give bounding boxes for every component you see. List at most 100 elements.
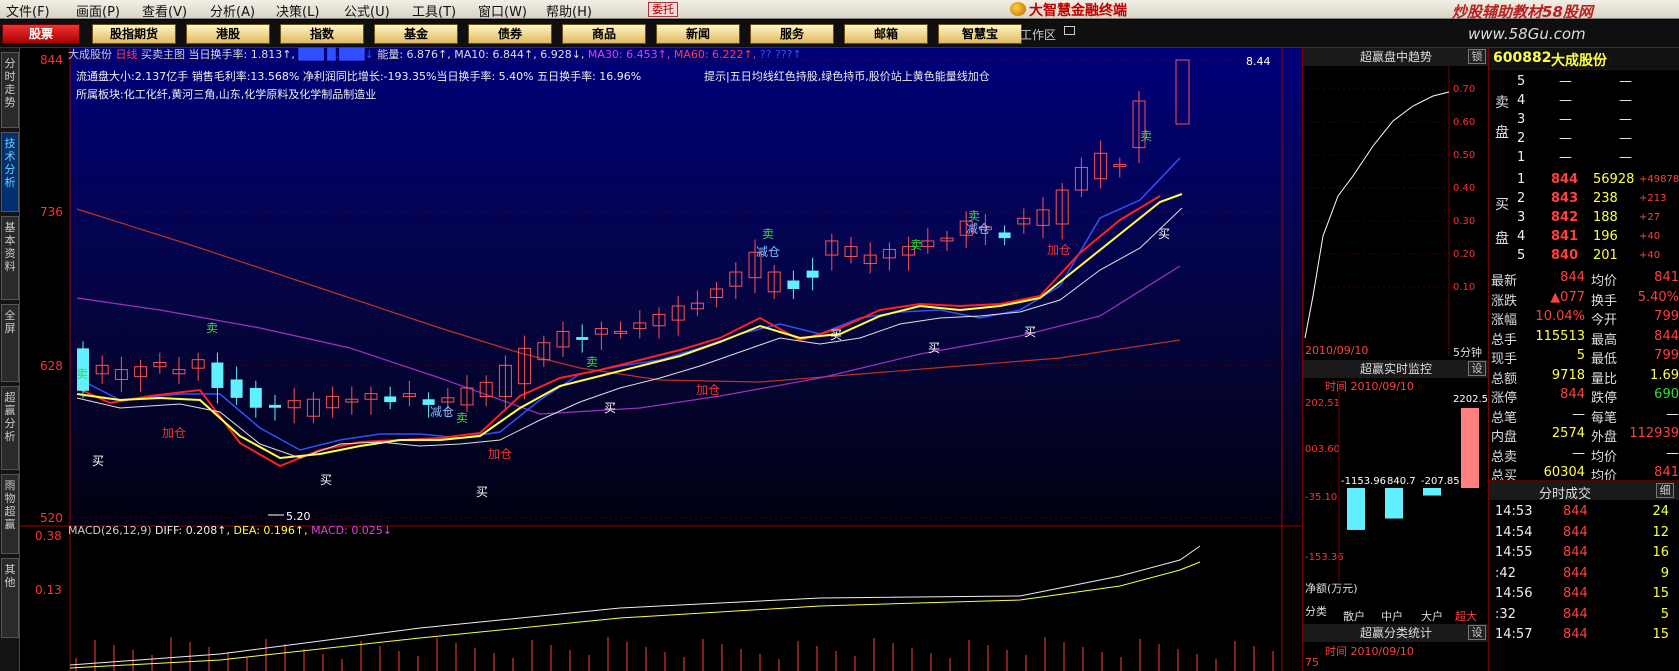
signal-buy: 买	[320, 473, 332, 487]
ask-row[interactable]: 1 — —	[1489, 148, 1679, 168]
tab-funds[interactable]: 基金	[374, 24, 458, 44]
tab-commodities[interactable]: 商品	[562, 24, 646, 44]
monitor-panel-header: 超赢实时监控	[1303, 360, 1489, 378]
side-tab-super-win[interactable]: 雨物超赢	[1, 474, 19, 554]
bid-change: +40	[1639, 250, 1661, 261]
main-chart-mode[interactable]: 买卖主图	[141, 48, 185, 61]
signal-sell: 卖	[1140, 129, 1152, 143]
stat-label: 现手	[1491, 352, 1518, 367]
monitor-settings-button[interactable]: 设	[1468, 361, 1486, 376]
tick-time: 14:54	[1495, 524, 1533, 540]
side-tab-intraday[interactable]: 分时走势	[1, 52, 19, 128]
stat-value: 841	[1654, 270, 1679, 285]
side-tab-fundamentals[interactable]: 基本资料	[1, 216, 19, 300]
ask-level: 5	[1517, 74, 1526, 89]
ask-row[interactable]: 4 — —	[1489, 91, 1679, 111]
tick-volume: 16	[1652, 545, 1669, 560]
signal-sell: 卖	[206, 321, 218, 335]
side-tab-other[interactable]: 其他	[1, 558, 19, 638]
monitor-ytick: 202.51	[1305, 398, 1340, 409]
bid-row[interactable]: 1 844 56928 +49878	[1489, 170, 1679, 190]
trend-ytick: 0.40	[1453, 183, 1475, 194]
y-tick-844: 844	[40, 53, 63, 67]
menu-view[interactable]: 查看(V)	[142, 1, 187, 20]
tab-bonds[interactable]: 债券	[468, 24, 552, 44]
bid-level: 2	[1517, 191, 1526, 206]
tab-wisdom[interactable]: 智慧宝	[938, 24, 1022, 44]
side-tab-label: 其他	[4, 563, 16, 589]
tab-stocks[interactable]: 股票	[2, 24, 80, 44]
energy-value: 能量: 6.876↑,	[377, 48, 451, 61]
side-tab-technical[interactable]: 技术分析	[1, 132, 19, 212]
stat-row: 涨停 844 跌停 690	[1489, 385, 1679, 406]
stats-settings-button[interactable]: 设	[1468, 625, 1486, 640]
tick-time: 14:55	[1495, 545, 1533, 560]
menu-file[interactable]: 文件(F)	[6, 1, 50, 20]
menu-tools[interactable]: 工具(T)	[412, 1, 456, 20]
menu-analysis[interactable]: 分析(A)	[210, 1, 255, 20]
bid-price: 840	[1551, 248, 1579, 263]
tab-index[interactable]: 指数	[280, 24, 364, 44]
menu-formula[interactable]: 公式(U)	[344, 1, 390, 20]
menu-window[interactable]: 窗口(W)	[478, 1, 527, 20]
ma10-value: MA10: 6.844↑,	[454, 48, 537, 61]
side-tab-fullscreen[interactable]: 全屏	[1, 304, 19, 382]
period-label[interactable]: 日线	[116, 48, 138, 61]
ticks-detail-button[interactable]: 细	[1656, 483, 1674, 498]
candle-down	[269, 404, 281, 408]
ask-row[interactable]: 5 — —	[1489, 72, 1679, 92]
stat-label: 换手	[1591, 293, 1618, 309]
chart-tip: 提示|五日均线红色持股,绿色持币,股价站上黄色能量线加仓	[704, 70, 990, 83]
trend-lock-button[interactable]: 锁	[1468, 49, 1486, 64]
signal-reduce: 减仓	[966, 222, 990, 236]
stat-value: —	[1666, 445, 1679, 461]
side-tab-label: 技术分析	[4, 137, 16, 189]
tab-news[interactable]: 新闻	[656, 24, 740, 44]
cat-medium: 中户	[1381, 610, 1403, 623]
envelope-icon[interactable]	[1064, 26, 1075, 35]
stats-time: 时间 2010/09/10	[1325, 645, 1414, 658]
menu-help[interactable]: 帮助(H)	[546, 1, 592, 20]
trend-period[interactable]: 5分钟	[1453, 344, 1482, 360]
kline-chart[interactable]: 卖加仓买卖买减仓 卖加仓买卖买加仓卖减仓买卖卖减仓买买加仓卖买 844 736 6…	[20, 48, 1302, 671]
menu-decision[interactable]: 决策(L)	[276, 1, 319, 20]
tick-row: 14:53 844 24	[1489, 502, 1679, 522]
ask-row[interactable]: 2 — —	[1489, 129, 1679, 149]
tab-hk-stocks[interactable]: 港股	[186, 24, 270, 44]
bid-level: 1	[1517, 172, 1526, 187]
macd-diff: DIFF: 0.208↑,	[155, 524, 230, 537]
bid-row[interactable]: 5 840 201 +40	[1489, 246, 1679, 266]
tick-price: 844	[1563, 524, 1588, 540]
signal-add: 加仓	[696, 383, 720, 397]
tab-index-futures[interactable]: 股指期货	[92, 24, 176, 44]
stat-value: 844	[1560, 387, 1585, 402]
tab-mailbox[interactable]: 邮箱	[844, 24, 928, 44]
stat-label: 最高	[1591, 332, 1618, 348]
kline-chart-area[interactable]: 卖加仓买卖买减仓卖加仓买卖买加仓卖减仓买卖卖减仓买买加仓卖买 844 736 6…	[20, 48, 1302, 671]
bid-row[interactable]: 3 842 188 +27	[1489, 208, 1679, 228]
ticks-header: 分时成交 细	[1489, 480, 1679, 502]
side-tab-super-analysis[interactable]: 超赢分析	[1, 386, 19, 470]
ask-volume: —	[1619, 74, 1632, 89]
bid-row[interactable]: 4 841 196 +40	[1489, 227, 1679, 247]
tab-services[interactable]: 服务	[750, 24, 834, 44]
monitor-bar-chart: 202.51 003.60 -35.10 -153.36 2202.51 -1153.96…	[1305, 392, 1489, 582]
cat-super: 超大	[1455, 610, 1477, 623]
menu-view-screen[interactable]: 画面(P)	[76, 1, 120, 20]
ask-row[interactable]: 3 — —	[1489, 110, 1679, 130]
workspace-button[interactable]: 工作区	[1020, 26, 1056, 43]
monitor-bar	[1423, 488, 1441, 496]
entrust-button[interactable]: 委托	[648, 2, 678, 17]
tick-row: :42 844 9	[1489, 564, 1679, 584]
bid-row[interactable]: 2 843 238 +213	[1489, 189, 1679, 209]
ask-level: 1	[1517, 150, 1526, 165]
stat-label: 均价	[1591, 449, 1618, 465]
signal-sell: 卖	[910, 238, 922, 252]
ma30-value: MA30: 6.453↑,	[587, 48, 671, 61]
stat-value: 2574	[1551, 426, 1585, 441]
signal-buy: 买	[1158, 227, 1170, 241]
tick-time: :32	[1495, 606, 1516, 622]
tick-volume: 5	[1660, 606, 1669, 622]
monitor-panel-title: 超赢实时监控	[1359, 362, 1432, 376]
bid-price: 842	[1551, 210, 1579, 225]
